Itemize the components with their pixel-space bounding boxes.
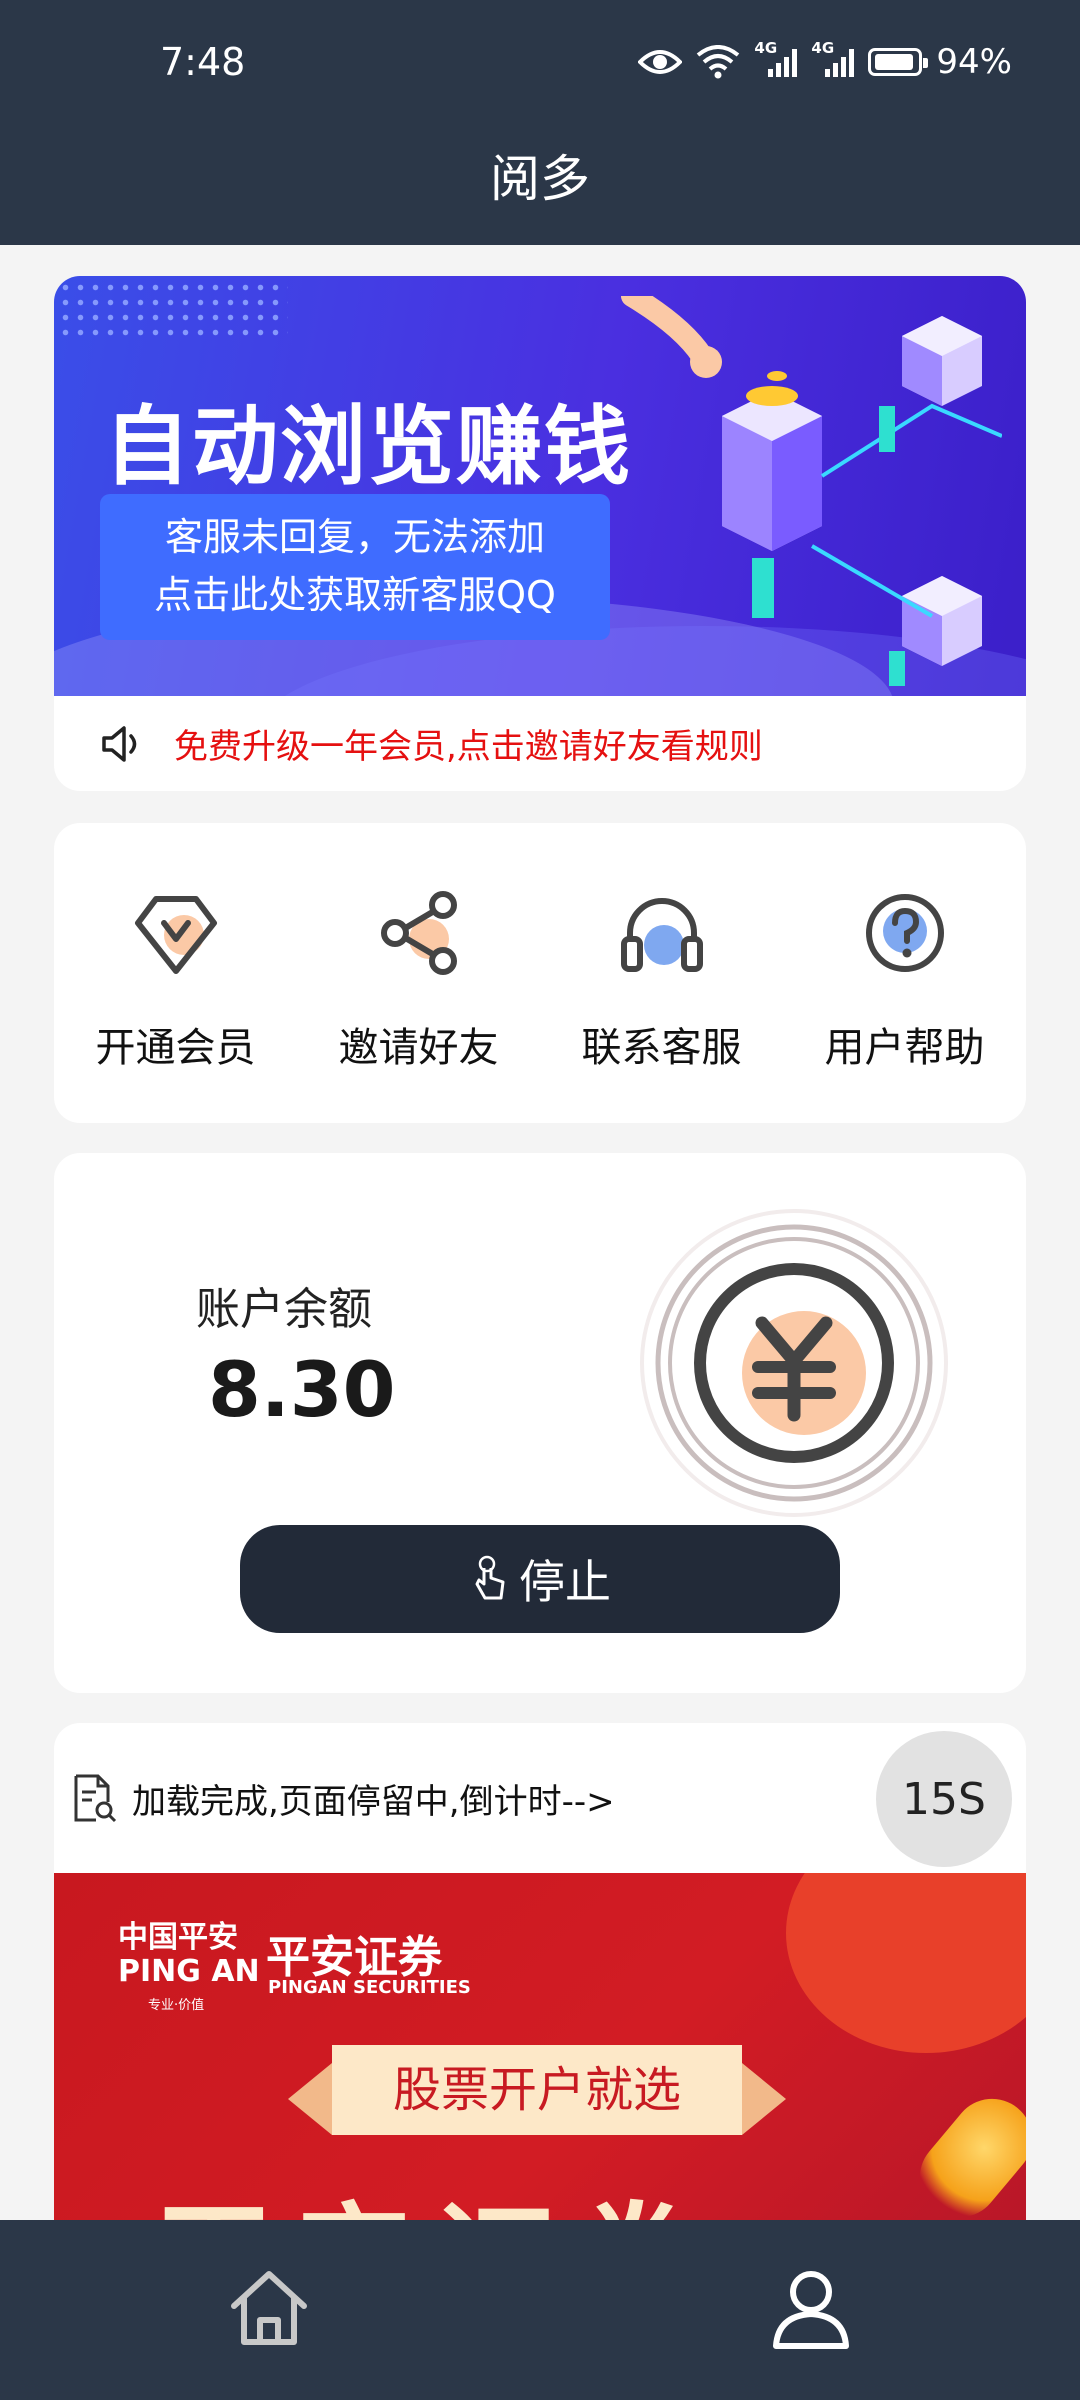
loading-status-text: 加载完成,页面停留中,倒计时--> bbox=[132, 1781, 615, 1822]
decorative-dots bbox=[58, 280, 288, 340]
feature-user-help[interactable]: 用户帮助 bbox=[783, 883, 1026, 1073]
securities-logo-en: PINGAN SECURITIES bbox=[268, 1977, 471, 1998]
status-time: 7:48 bbox=[160, 40, 246, 84]
feature-label: 用户帮助 bbox=[824, 1025, 985, 1071]
status-bar: 7:48 4G 4G 94% bbox=[0, 0, 1080, 140]
promo-banner[interactable]: 自动浏览赚钱 客服未回复，无法添加 点击此处获取新客服QQ bbox=[54, 276, 1026, 696]
speaker-icon bbox=[102, 725, 137, 762]
balance-amount: 8.30 bbox=[208, 1345, 396, 1434]
loading-status-row: 加载完成,页面停留中,倒计时--> 15S bbox=[54, 1723, 1026, 1873]
document-search-icon bbox=[74, 1774, 117, 1823]
feature-contact-support[interactable]: 联系客服 bbox=[540, 883, 783, 1073]
securities-logo: 平安证券 bbox=[266, 1932, 442, 1983]
yuan-icon bbox=[640, 1209, 948, 1517]
coin-glow-icon bbox=[903, 2082, 1026, 2234]
status-icons: 4G 4G 94% bbox=[638, 39, 1012, 82]
notice-text: 免费升级一年会员,点击邀请好友看规则 bbox=[174, 727, 763, 767]
server-illustration-icon bbox=[621, 296, 1002, 686]
feature-open-vip[interactable]: 开通会员 bbox=[54, 883, 297, 1073]
banner-headline: 自动浏览赚钱 bbox=[104, 397, 632, 497]
balance-label: 账户余额 bbox=[196, 1284, 372, 1335]
ad-ribbon: 股票开户就选 bbox=[288, 2045, 786, 2135]
wifi-icon bbox=[697, 45, 740, 79]
banner-customer-service-link[interactable]: 客服未回复，无法添加 点击此处获取新客服QQ bbox=[100, 494, 610, 640]
eye-icon bbox=[638, 50, 683, 74]
notice-bar[interactable]: 免费升级一年会员,点击邀请好友看规则 bbox=[54, 696, 1026, 791]
vip-icon bbox=[134, 896, 217, 974]
feature-label: 邀请好友 bbox=[338, 1025, 499, 1071]
bottom-nav bbox=[0, 2220, 1080, 2400]
stop-button-label: 停止 bbox=[519, 1555, 611, 1609]
features-card: 开通会员 邀请好友 联系客服 用户帮助 bbox=[54, 823, 1026, 1123]
balance-card: 账户余额 8.30 停止 bbox=[54, 1153, 1026, 1693]
tap-hand-icon bbox=[475, 1555, 505, 1600]
countdown-badge: 15S bbox=[876, 1731, 1012, 1867]
stop-button[interactable]: 停止 bbox=[240, 1525, 840, 1633]
share-icon bbox=[380, 891, 457, 975]
pingan-logo: 中国平安 PING AN 专业·价值 bbox=[118, 1920, 260, 2014]
banner-card: 自动浏览赚钱 客服未回复，无法添加 点击此处获取新客服QQ 免费升级一年会员,点… bbox=[54, 276, 1026, 791]
battery-level: 94% bbox=[936, 42, 1012, 82]
home-icon[interactable] bbox=[224, 2262, 314, 2352]
page-title: 阅多 bbox=[490, 150, 590, 208]
feature-label: 联系客服 bbox=[581, 1025, 742, 1071]
headset-icon bbox=[620, 898, 703, 972]
app-title-bar: 阅多 bbox=[0, 140, 1080, 245]
signal-icon: 4G bbox=[811, 39, 855, 77]
feature-label: 开通会员 bbox=[95, 1025, 256, 1071]
battery-icon bbox=[868, 48, 929, 76]
signal-icon: 4G bbox=[754, 39, 798, 77]
banner-sub-line2: 点击此处获取新客服QQ bbox=[154, 573, 556, 617]
help-icon bbox=[865, 894, 944, 972]
user-icon[interactable] bbox=[766, 2262, 856, 2352]
banner-sub-line1: 客服未回复，无法添加 bbox=[164, 515, 545, 559]
feature-invite-friends[interactable]: 邀请好友 bbox=[297, 883, 540, 1073]
